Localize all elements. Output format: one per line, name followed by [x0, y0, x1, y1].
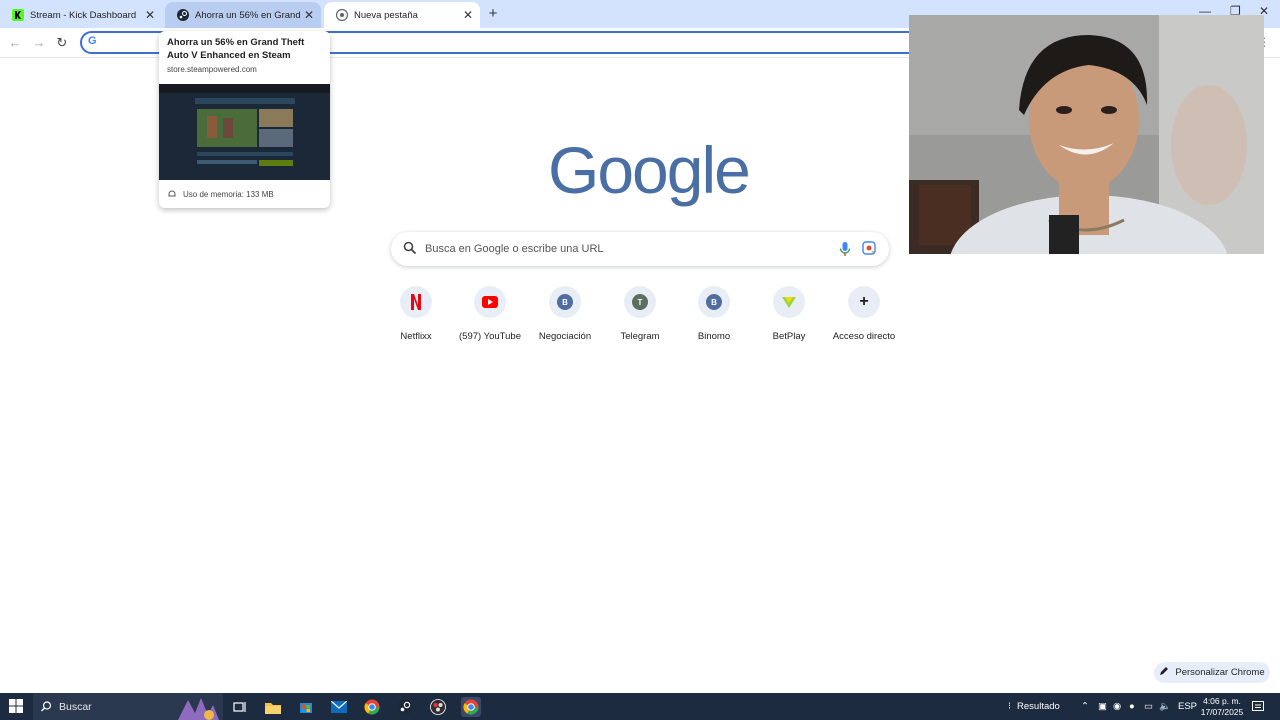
mail-icon[interactable] [329, 697, 349, 717]
search-icon [41, 701, 52, 712]
shortcut-letter: B [557, 294, 573, 310]
tab-kick-dashboard[interactable]: Stream - Kick Dashboard ✕ [0, 2, 162, 28]
shortcut-binomo[interactable]: B Binomo [677, 286, 751, 346]
search-icon [403, 241, 417, 255]
shortcut-betplay[interactable]: BetPlay [752, 286, 826, 346]
google-logo: Google [548, 133, 751, 207]
tab-hover-card: Ahorra un 56% en Grand Theft Auto V Enha… [159, 31, 330, 208]
hover-card-thumbnail [159, 84, 330, 180]
windows-start-icon[interactable] [9, 699, 23, 713]
tray-volume-icon[interactable]: 🔈 [1159, 693, 1171, 720]
obs-icon[interactable] [428, 697, 448, 717]
letter-t-icon: T [624, 286, 656, 318]
close-tab-icon[interactable]: ✕ [142, 7, 158, 23]
webcam-overlay [909, 15, 1264, 254]
search-input[interactable] [425, 238, 825, 260]
shortcut-add[interactable]: + Acceso directo [827, 286, 901, 346]
plus-glyph: + [859, 293, 869, 310]
memory-label: Uso de memoria: 133 MB [183, 189, 274, 199]
tray-result-label: Resultado [1017, 701, 1060, 712]
steam-taskbar-icon[interactable] [395, 697, 415, 717]
tray-network-icon[interactable]: ▭ [1144, 693, 1153, 720]
task-view-icon[interactable] [230, 697, 250, 717]
chrome-taskbar-icon[interactable] [362, 697, 382, 717]
customize-label: Personalizar Chrome [1175, 667, 1265, 678]
shortcut-youtube[interactable]: (597) YouTube [453, 286, 527, 346]
hover-card-title: Ahorra un 56% en Grand Theft Auto V Enha… [167, 37, 305, 61]
search-highlight-icon [178, 698, 219, 720]
pencil-icon [1159, 666, 1169, 679]
tray-result-icon: ⁝ [1008, 701, 1012, 712]
tab-new-tab[interactable]: Nueva pestaña ✕ [324, 2, 480, 28]
tray-result[interactable]: ⁝ Resultado [1008, 693, 1060, 720]
reload-icon[interactable]: ↻ [53, 34, 71, 52]
tray-device-icon[interactable]: ▣ [1098, 693, 1107, 720]
close-tab-icon[interactable]: ✕ [460, 7, 476, 23]
notifications-icon[interactable] [1252, 693, 1264, 720]
tab-title: Stream - Kick Dashboard [30, 9, 137, 21]
shortcut-label: Acceso directo [832, 331, 896, 342]
kick-icon [12, 9, 24, 21]
letter-b-icon: B [549, 286, 581, 318]
customize-chrome-button[interactable]: Personalizar Chrome [1154, 662, 1270, 683]
file-explorer-icon[interactable] [263, 697, 283, 717]
shortcut-label: Netflixx [400, 331, 432, 342]
youtube-icon [474, 286, 506, 318]
tray-expand-icon[interactable]: ⌃ [1081, 693, 1089, 720]
google-lens-icon[interactable] [862, 241, 876, 255]
shortcut-label: Binomo [697, 331, 731, 342]
taskbar-search-label: Buscar [59, 700, 92, 713]
shortcut-label: Negociación [538, 331, 592, 342]
letter-b-icon: B [698, 286, 730, 318]
memory-icon [167, 188, 177, 200]
chrome-alt-taskbar-icon[interactable] [461, 697, 481, 717]
steam-icon [177, 9, 189, 21]
shortcut-netflixx[interactable]: Netflixx [379, 286, 453, 346]
clock-date: 17/07/2025 [1200, 707, 1244, 717]
search-box[interactable] [391, 232, 889, 266]
microphone-icon[interactable] [839, 241, 851, 257]
chrome-icon [336, 9, 348, 21]
microsoft-store-icon[interactable] [296, 697, 316, 717]
shortcut-letter: T [632, 294, 648, 310]
back-icon[interactable]: ← [6, 34, 24, 52]
forward-icon[interactable]: → [30, 34, 48, 52]
taskbar-search-box[interactable]: Buscar [33, 693, 223, 720]
google-g-icon: G [88, 35, 97, 47]
hover-card-domain: store.steampowered.com [167, 65, 257, 74]
shortcut-letter: B [706, 294, 722, 310]
tab-title: Nueva pestaña [354, 9, 418, 21]
tray-mic-icon[interactable]: ● [1129, 693, 1135, 720]
close-tab-icon[interactable]: ✕ [301, 7, 317, 23]
netflix-icon [400, 286, 432, 318]
tray-app-icon[interactable]: ◉ [1113, 693, 1121, 720]
tray-language[interactable]: ESP [1178, 693, 1197, 720]
plus-icon: + [848, 286, 880, 318]
clock-time: 4:06 p. m. [1203, 696, 1241, 706]
taskbar-clock[interactable]: 4:06 p. m. 17/07/2025 [1196, 696, 1248, 718]
shortcut-telegram[interactable]: T Telegram [603, 286, 677, 346]
memory-usage: Uso de memoria: 133 MB [167, 188, 274, 200]
windows-taskbar: Buscar ⁝ Resultado ⌃ ▣ ◉ ● ▭ 🔈 ESP 4:06 … [0, 693, 1280, 720]
tab-steam-gta[interactable]: Ahorra un 56% en Grand Theft ✕ [165, 2, 321, 28]
tab-title: Ahorra un 56% en Grand Theft [195, 9, 301, 21]
shortcut-label: Telegram [620, 331, 660, 342]
shortcut-label: BetPlay [772, 331, 806, 342]
shortcut-negociacion[interactable]: B Negociación [528, 286, 602, 346]
betplay-icon [773, 286, 805, 318]
new-tab-button[interactable]: + [484, 5, 502, 23]
shortcut-label: (597) YouTube [459, 331, 521, 342]
